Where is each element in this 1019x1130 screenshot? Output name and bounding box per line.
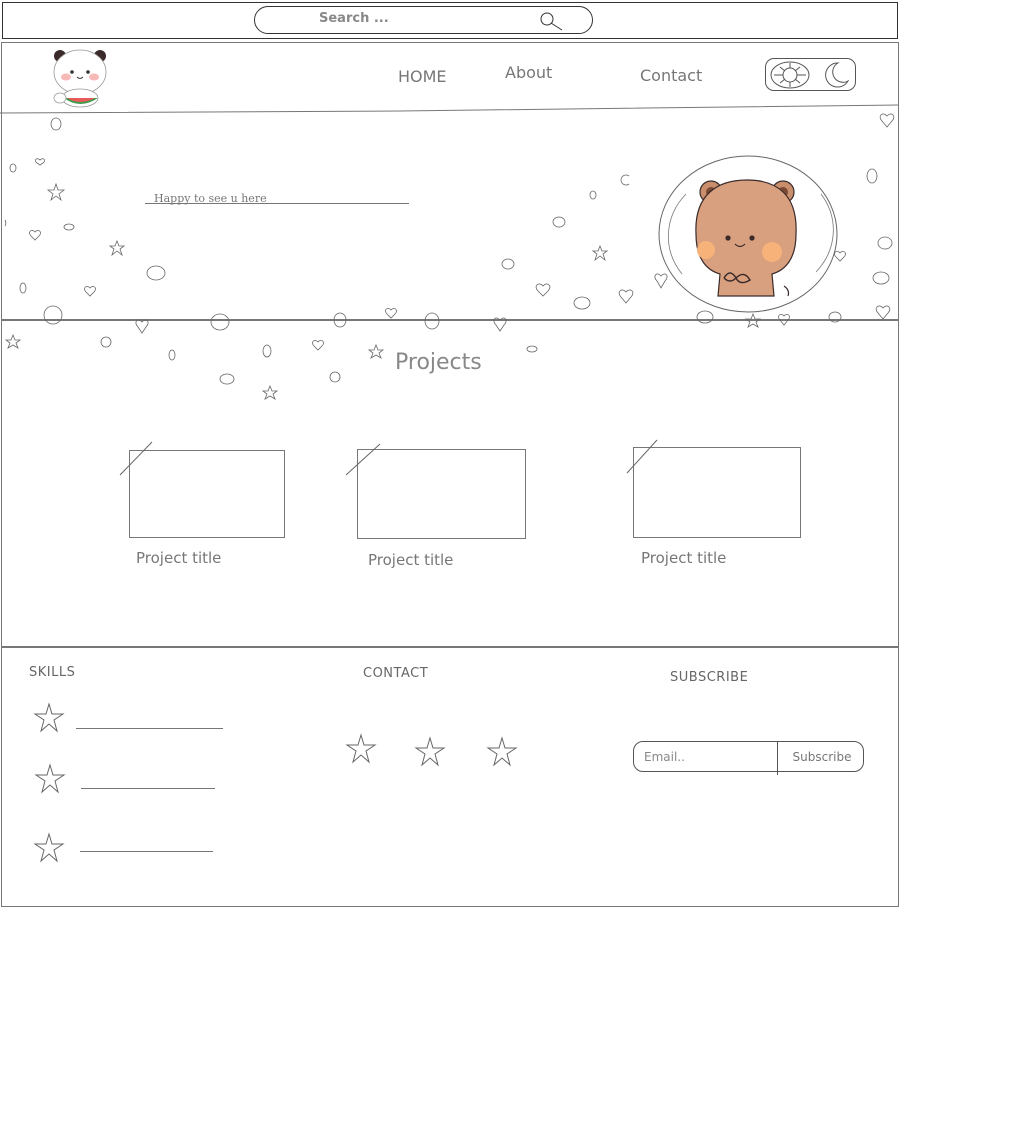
contact-link-3-star-icon[interactable] bbox=[485, 736, 519, 768]
moon-icon[interactable] bbox=[820, 61, 852, 89]
footer-divider bbox=[2, 646, 898, 648]
subscribe-divider bbox=[777, 742, 778, 775]
bear-avatar bbox=[658, 155, 838, 313]
search-placeholder[interactable]: Search ... bbox=[319, 11, 389, 26]
contact-link-1-star-icon[interactable] bbox=[344, 733, 378, 765]
contact-link-2-star-icon[interactable] bbox=[413, 736, 447, 768]
projects-title: Projects bbox=[395, 350, 482, 375]
project-card-3-corner bbox=[626, 439, 658, 474]
subscribe-button[interactable]: Subscribe bbox=[782, 747, 862, 767]
star-icon bbox=[34, 763, 66, 794]
skill-item-1 bbox=[76, 728, 223, 729]
nav-home-link[interactable]: HOME bbox=[398, 67, 447, 86]
star-icon bbox=[33, 832, 65, 863]
subscribe-form: Subscribe bbox=[633, 741, 864, 775]
search-bar[interactable]: Search ... bbox=[254, 6, 593, 34]
theme-toggle[interactable] bbox=[765, 58, 856, 91]
hero-underline bbox=[145, 203, 409, 204]
nav-contact-link[interactable]: Contact bbox=[640, 66, 702, 85]
sun-icon[interactable] bbox=[768, 60, 810, 90]
skill-item-3 bbox=[80, 851, 213, 852]
project-card-1-title[interactable]: Project title bbox=[136, 549, 221, 567]
skills-heading: SKILLS bbox=[29, 665, 76, 680]
email-field[interactable] bbox=[644, 747, 774, 767]
nav-about-link[interactable]: About bbox=[505, 63, 552, 82]
hero-divider bbox=[2, 319, 898, 321]
header-divider bbox=[0, 104, 899, 114]
search-icon[interactable] bbox=[535, 10, 565, 32]
subscribe-heading: SUBSCRIBE bbox=[670, 670, 749, 685]
project-card-2-title[interactable]: Project title bbox=[368, 551, 453, 569]
skill-item-2 bbox=[81, 788, 215, 789]
project-card-2-corner bbox=[345, 443, 381, 476]
project-card-1-corner bbox=[119, 441, 153, 476]
project-card-3-title[interactable]: Project title bbox=[641, 549, 726, 567]
contact-heading: CONTACT bbox=[363, 666, 429, 681]
star-icon bbox=[33, 702, 65, 733]
